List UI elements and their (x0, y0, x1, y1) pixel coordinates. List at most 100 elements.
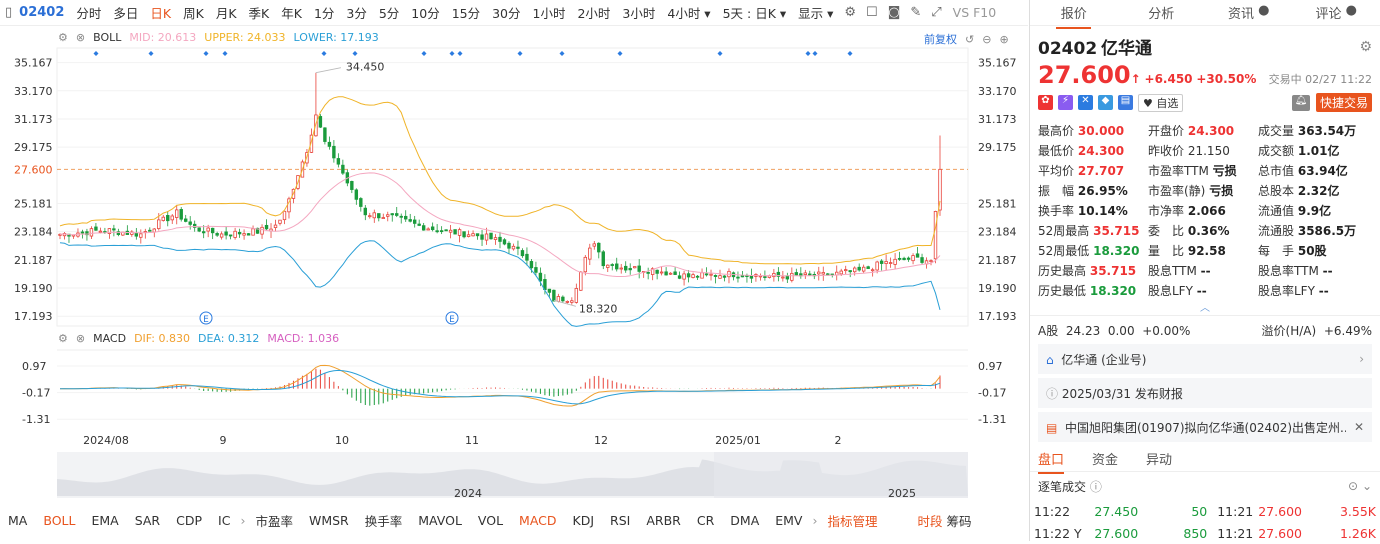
period-8[interactable]: 3分 (340, 3, 372, 22)
period-10[interactable]: 10分 (405, 3, 445, 22)
stat-cell: 最高价 30.000 (1038, 122, 1148, 139)
indicator2-7[interactable]: RSI (602, 513, 638, 528)
close-icon[interactable]: ✕ (1354, 420, 1364, 434)
settings-icon[interactable]: ⚙ (58, 332, 68, 345)
quote-tab-0[interactable]: 报价 (1030, 3, 1118, 22)
indicator2-8[interactable]: ARBR (638, 513, 689, 528)
info-icon[interactable]: ⓘ (1090, 480, 1102, 494)
settings-icon[interactable]: ⚙ (58, 31, 68, 44)
chevron-right-icon[interactable]: › (238, 513, 247, 528)
vs-f10[interactable]: VS F10 (947, 5, 1003, 20)
indicator-4[interactable]: CDP (168, 513, 210, 528)
camera-icon[interactable]: ◙ (883, 5, 906, 20)
time-segment[interactable]: 时段 (916, 511, 945, 530)
period-1[interactable]: 多日 (107, 3, 144, 22)
tag-icon[interactable]: ◆ (1098, 95, 1113, 110)
menu-icon[interactable]: ▯ (0, 5, 17, 20)
quote-tab-1[interactable]: 分析 (1118, 3, 1206, 22)
period-2[interactable]: 日K (144, 3, 177, 22)
doc-icon[interactable]: ▤ (1118, 95, 1133, 110)
chevron-right-icon[interactable]: › (810, 513, 819, 528)
period-3[interactable]: 周K (177, 3, 210, 22)
undo-icon[interactable]: ↺ (965, 33, 974, 46)
candle-body (472, 234, 475, 236)
stat-label: 市盈率(静) (1148, 184, 1205, 198)
indicator-manage[interactable]: 指标管理 (819, 511, 885, 530)
close-icon[interactable]: ⊗ (76, 332, 85, 345)
indicator2-5[interactable]: MACD (511, 513, 564, 528)
candle-body (557, 297, 560, 302)
indicator2-6[interactable]: KDJ (565, 513, 603, 528)
indicator2-4[interactable]: VOL (470, 513, 511, 528)
period-12[interactable]: 30分 (486, 3, 526, 22)
depth-tab-2[interactable]: 异动 (1146, 449, 1172, 468)
period-7[interactable]: 1分 (308, 3, 340, 22)
depth-tab-0[interactable]: 盘口 (1038, 449, 1064, 468)
report-card[interactable]: ⓘ 2025/03/31 发布财报 (1038, 378, 1372, 408)
indicator2-11[interactable]: EMV (767, 513, 810, 528)
news-card[interactable]: ▤ 中国旭阳集团(01907)拟向亿华通(02402)出售定州... ✕ (1038, 412, 1372, 442)
display-dropdown[interactable]: 显示 ▾ (792, 3, 839, 22)
period-5[interactable]: 季K (243, 3, 276, 22)
minus-icon[interactable]: ⊖ (982, 33, 991, 46)
hk-flag-icon[interactable]: ✿ (1038, 95, 1053, 110)
period-9[interactable]: 5分 (373, 3, 405, 22)
checkbox-icon[interactable]: ☐ (861, 5, 883, 20)
candle-body (782, 277, 785, 278)
depth-tab-1[interactable]: 资金 (1092, 449, 1118, 468)
premium-value: +6.49% (1324, 324, 1372, 338)
period-16[interactable]: 4小时 ▾ (661, 3, 716, 22)
news-title[interactable]: 中国旭阳集团(01907)拟向亿华通(02402)出售定州... (1065, 421, 1346, 435)
period-6[interactable]: 年K (275, 3, 308, 22)
indicator2-3[interactable]: MAVOL (410, 513, 470, 528)
more-icon[interactable]: ⊙ (1348, 479, 1358, 493)
macd-tick-left: -0.17 (22, 387, 50, 400)
gear-icon[interactable]: ⚙ (1359, 39, 1372, 55)
period-13[interactable]: 1小时 (527, 3, 572, 22)
indicator2-9[interactable]: CR (689, 513, 722, 528)
period-15[interactable]: 3小时 (616, 3, 661, 22)
adjust-label[interactable]: 前复权 (924, 31, 957, 47)
indicator-0[interactable]: MA (0, 513, 35, 528)
fullscreen-icon[interactable]: ⤢ (926, 5, 946, 20)
indicator-3[interactable]: SAR (127, 513, 168, 528)
period-4[interactable]: 月K (210, 3, 243, 22)
ashare-row[interactable]: A股 24.23 0.00 +0.00% 溢价(H/A) +6.49% (1030, 316, 1380, 344)
settings-icon[interactable]: ⚙ (839, 5, 861, 20)
close-icon[interactable]: ⊗ (76, 31, 85, 44)
stat-value: 0.36% (1188, 224, 1230, 238)
indicator-5[interactable]: IC (210, 513, 238, 528)
kline-chart[interactable]: 35.16735.16733.17033.17031.17331.17329.1… (0, 26, 1028, 506)
company-card[interactable]: ⌂ 亿华通 (企业号) › (1038, 344, 1372, 374)
quick-trade-button[interactable]: 快捷交易 (1316, 93, 1372, 112)
period-0[interactable]: 分时 (70, 3, 107, 22)
date-tick: 2 (835, 434, 842, 447)
chevron-up-icon[interactable]: ︿ (1030, 299, 1380, 311)
chevron-down-icon[interactable]: ⌄ (1362, 479, 1372, 493)
indicator-1[interactable]: BOLL (35, 513, 83, 528)
chips[interactable]: 筹码 (945, 511, 974, 530)
margin-icon[interactable]: ✕ (1078, 95, 1093, 110)
period-11[interactable]: 15分 (446, 3, 486, 22)
watchlist-button[interactable]: ♥ 自选 (1138, 94, 1183, 112)
indicator2-0[interactable]: 市盈率 (247, 511, 301, 530)
stat-cell: 股息率LFY -- (1258, 282, 1380, 299)
indicator2-10[interactable]: DMA (722, 513, 767, 528)
building-icon: ⌂ (1046, 353, 1054, 367)
indicator2-1[interactable]: WMSR (301, 513, 357, 528)
report-date: 2025/03/31 发布财报 (1062, 385, 1183, 402)
stat-label: 总股本 (1258, 184, 1294, 198)
connect-icon[interactable]: ⚡ (1058, 95, 1073, 110)
quote-tab-2[interactable]: 资讯 ● (1205, 3, 1293, 22)
chart-area[interactable]: 35.16735.16733.17033.17031.17331.17329.1… (0, 26, 1028, 506)
period-14[interactable]: 2小时 (571, 3, 616, 22)
pen-icon[interactable]: ✎ (905, 5, 926, 20)
indicator-2[interactable]: EMA (83, 513, 126, 528)
chevron-right-icon[interactable]: › (1359, 352, 1364, 366)
bell-icon[interactable]: 🔔︎ (1292, 95, 1310, 111)
quote-tab-3[interactable]: 评论 ● (1293, 3, 1380, 22)
period-17[interactable]: 5天 : 日K ▾ (717, 3, 793, 22)
adjust-toggle[interactable]: 前复权 ↺ ⊖ ⊕ (924, 31, 1017, 47)
indicator2-2[interactable]: 换手率 (357, 511, 411, 530)
plus-icon[interactable]: ⊕ (999, 33, 1008, 46)
